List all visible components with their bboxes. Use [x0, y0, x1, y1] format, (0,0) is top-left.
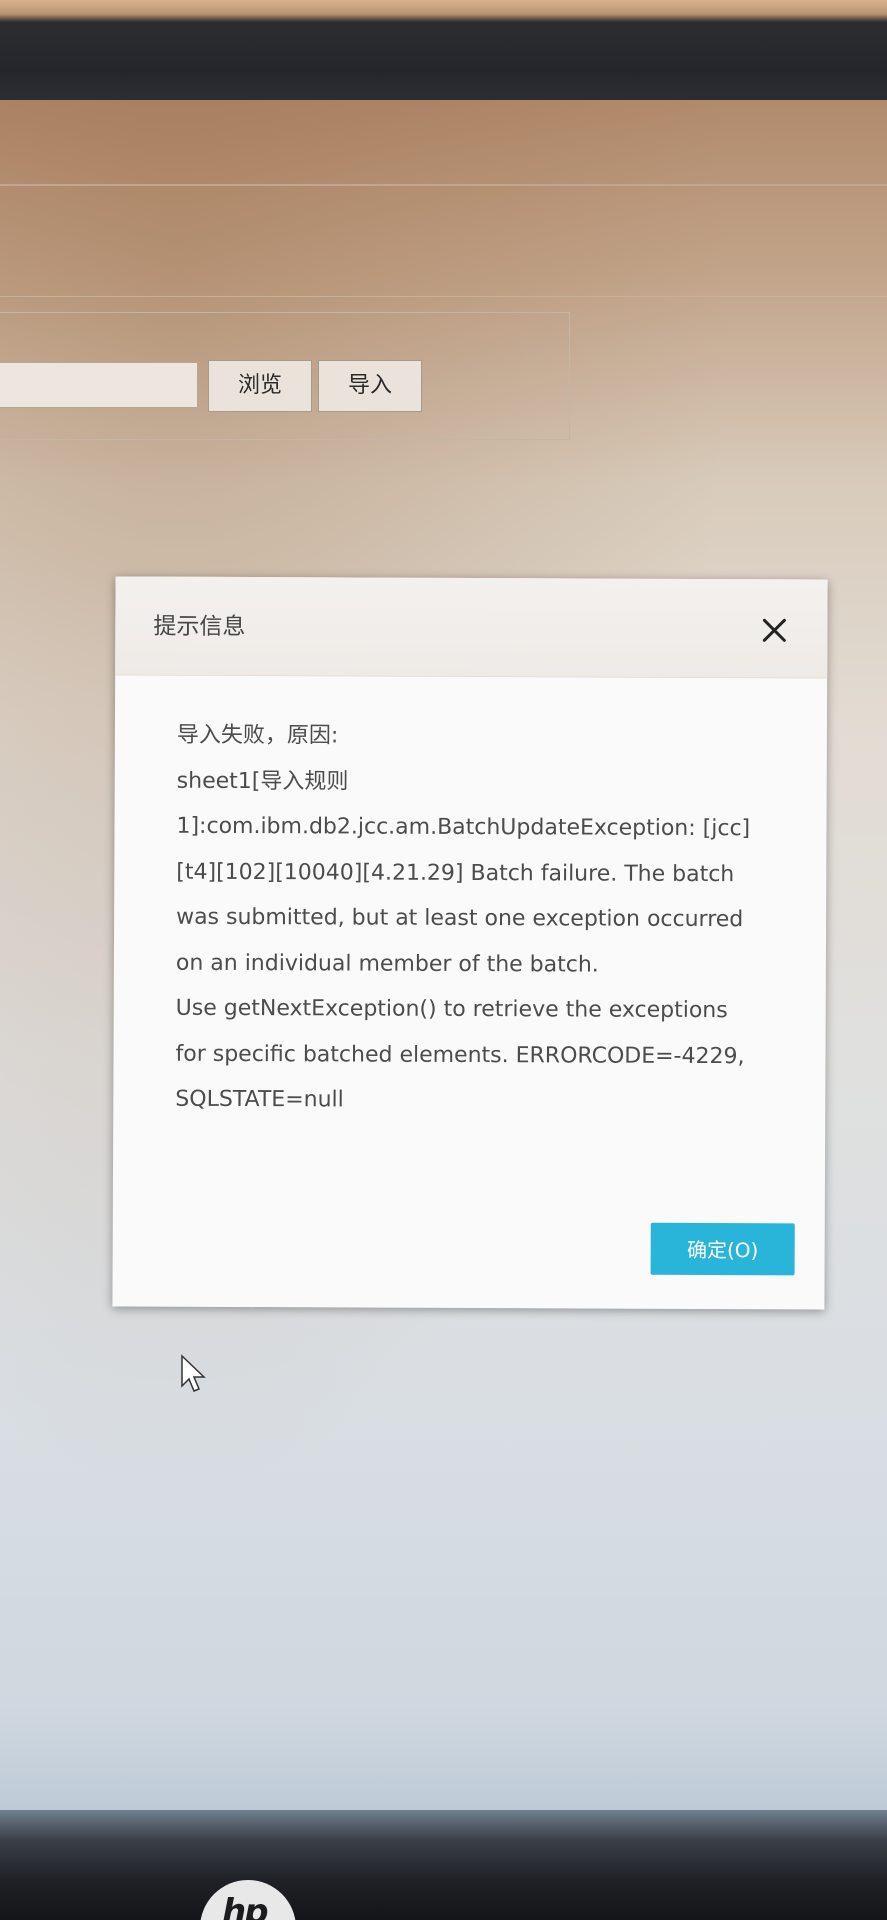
hp-logo-text: hp — [222, 1892, 269, 1920]
dialog-header: 提示信息 — [115, 576, 828, 679]
browse-button[interactable]: 浏览 — [208, 360, 312, 412]
message-line: [t4][102][10040][4.21.29] Batch failure.… — [176, 859, 735, 887]
monitor-bezel-top — [0, 0, 887, 110]
dialog-message: 导入失败，原因: sheet1[导入规则 1]:com.ibm.db2.jcc.… — [175, 713, 787, 1125]
message-line: SQLSTATE=null — [175, 1086, 344, 1113]
message-line: 1]:com.ibm.db2.jcc.am.BatchUpdateExcepti… — [176, 813, 751, 842]
message-line: on an individual member of the batch. — [175, 950, 599, 978]
screen: 浏览 导入 提示信息 导入失败，原因: sheet1[导入规则 1]:com.i… — [0, 100, 887, 1845]
mouse-cursor-icon — [181, 1354, 206, 1392]
import-button[interactable]: 导入 — [318, 360, 422, 412]
message-line: sheet1[导入规则 — [176, 768, 349, 794]
dialog-title: 提示信息 — [153, 613, 246, 641]
monitor-bezel-bottom — [0, 1810, 887, 1920]
message-line: 导入失败，原因: — [176, 722, 339, 749]
file-path-input[interactable] — [0, 362, 198, 408]
section-divider — [0, 296, 887, 297]
close-icon[interactable] — [759, 615, 789, 645]
message-line: for specific batched elements. ERRORCODE… — [175, 1041, 745, 1069]
message-line: was submitted, but at least one exceptio… — [176, 904, 744, 933]
ok-button[interactable]: 确定(O) — [650, 1222, 795, 1276]
message-line: Use getNextException() to retrieve the e… — [175, 995, 728, 1024]
message-dialog: 提示信息 导入失败，原因: sheet1[导入规则 1]:com.ibm.db2… — [112, 576, 828, 1310]
header-divider — [0, 184, 887, 186]
